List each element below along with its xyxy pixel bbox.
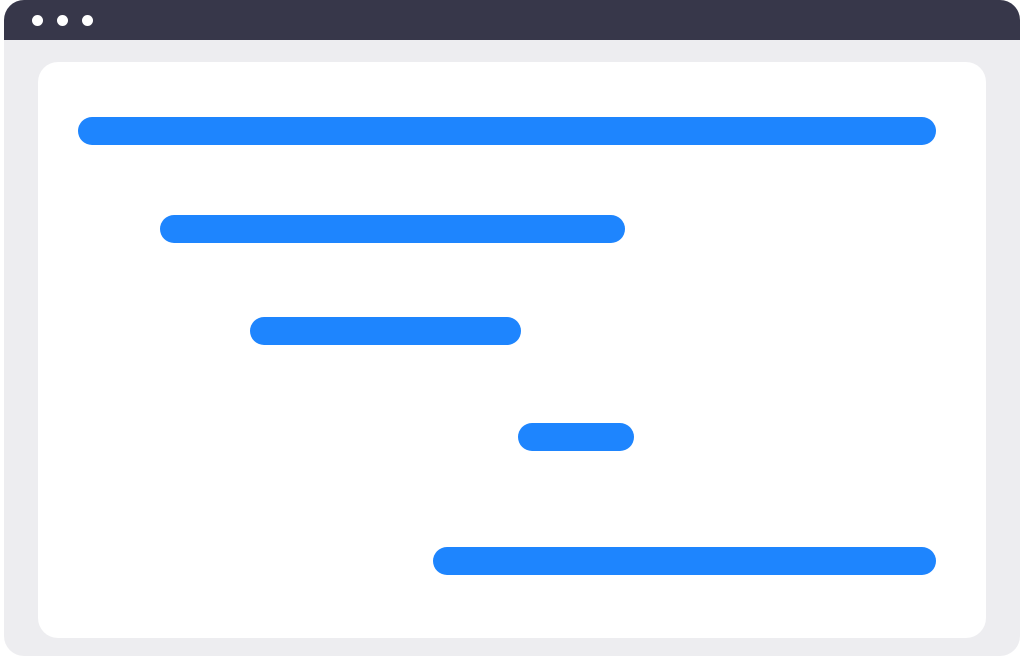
bar-row-3 xyxy=(250,317,521,345)
bars-container xyxy=(78,117,946,598)
bar-row-1 xyxy=(78,117,936,145)
window-control-dot[interactable] xyxy=(32,15,43,26)
bar-row-5 xyxy=(433,547,936,575)
browser-window xyxy=(4,0,1020,656)
content-card xyxy=(38,62,986,638)
window-control-dot[interactable] xyxy=(57,15,68,26)
title-bar xyxy=(4,0,1020,40)
window-control-dot[interactable] xyxy=(82,15,93,26)
bar-row-2 xyxy=(160,215,625,243)
bar-row-4 xyxy=(518,423,634,451)
